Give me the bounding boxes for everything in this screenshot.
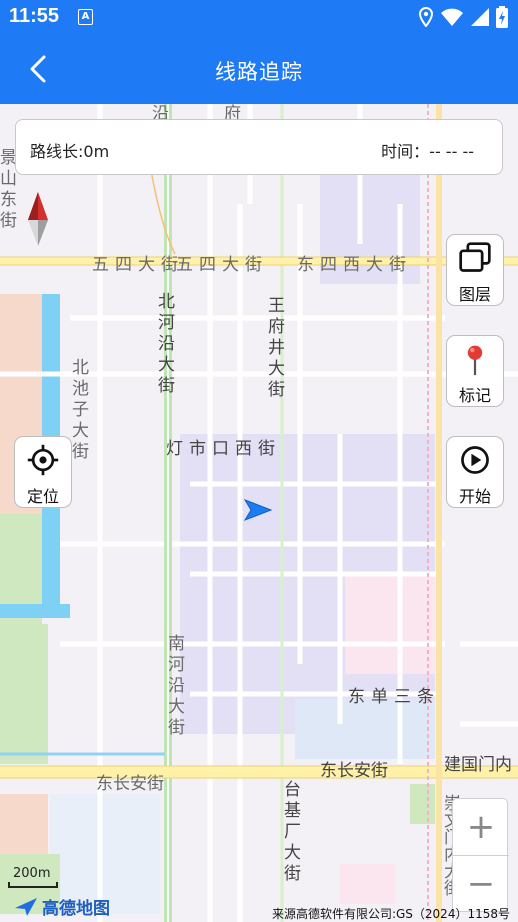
zoom-control: + − xyxy=(452,798,509,912)
road-label-dongdan: 东单三条 xyxy=(348,687,440,707)
start-button[interactable]: 开始 xyxy=(446,436,504,508)
route-length: 路线长:0m xyxy=(30,142,110,161)
map-pin-icon xyxy=(467,345,483,376)
locate-label: 定位 xyxy=(26,487,59,506)
zoom-in-button[interactable]: + xyxy=(453,799,509,855)
map-view[interactable]: 五四大街 五四大街 东四西大街 北河沿大街 王府井大街 北池子大街 灯市口西街 … xyxy=(0,104,518,922)
compass-icon[interactable] xyxy=(26,192,50,248)
page-title: 线路追踪 xyxy=(215,60,303,84)
layers-label: 图层 xyxy=(458,285,491,304)
mark-button[interactable]: 标记 xyxy=(446,335,504,407)
road-label-wangfujing: 王府井大街 xyxy=(264,296,284,401)
road-label-wusi-2: 五四大街 xyxy=(176,255,268,275)
battery-icon xyxy=(496,6,508,28)
road-label-dengshikou: 灯市口西街 xyxy=(166,439,281,459)
road-label-nanheyan: 南河沿大街 xyxy=(164,634,184,739)
amap-logo-icon xyxy=(15,897,37,916)
route-info-panel: 路线长:0m 时间：-- -- -- xyxy=(15,119,503,175)
current-position-arrow-icon xyxy=(244,499,272,521)
mark-label: 标记 xyxy=(458,386,491,405)
road-label-jianguomen: 建国门内 xyxy=(444,755,512,775)
wifi-icon xyxy=(441,8,463,26)
map-copyright: 来源高德软件有限公司:GS（2024）1158号 xyxy=(271,907,510,921)
road-label-taijichang: 台基厂大街 xyxy=(280,780,300,885)
scale-label: 200m xyxy=(13,866,51,881)
layers-button[interactable]: 图层 xyxy=(446,234,504,306)
road-label-dongchangan-east: 东长安街 xyxy=(320,761,388,781)
signal-icon xyxy=(471,8,489,26)
road-label-dongchangan-west: 东长安街 xyxy=(96,774,164,794)
status-bar: 11:55 A xyxy=(0,0,518,34)
road-label-beiheyan: 北河沿大街 xyxy=(154,292,174,397)
play-icon xyxy=(461,446,489,474)
amap-logo: 高德地图 xyxy=(14,894,110,919)
route-time: 时间：-- -- -- xyxy=(381,142,474,161)
app-notification-icon: A xyxy=(78,9,93,25)
status-time: 11:55 xyxy=(9,5,60,27)
zoom-out-button[interactable]: − xyxy=(453,856,509,912)
amap-logo-text: 高德地图 xyxy=(42,899,110,919)
road-label-dongsi: 东四西大街 xyxy=(297,255,412,275)
app-bar: 线路追踪 xyxy=(0,34,518,104)
start-label: 开始 xyxy=(458,487,491,506)
road-label-wusi: 五四大街 xyxy=(92,255,184,275)
location-icon xyxy=(418,7,434,27)
status-icons xyxy=(418,6,508,28)
layers-icon xyxy=(459,242,491,272)
locate-button[interactable]: 定位 xyxy=(14,436,72,508)
scale-bar xyxy=(8,882,58,888)
crosshair-icon xyxy=(27,444,59,476)
